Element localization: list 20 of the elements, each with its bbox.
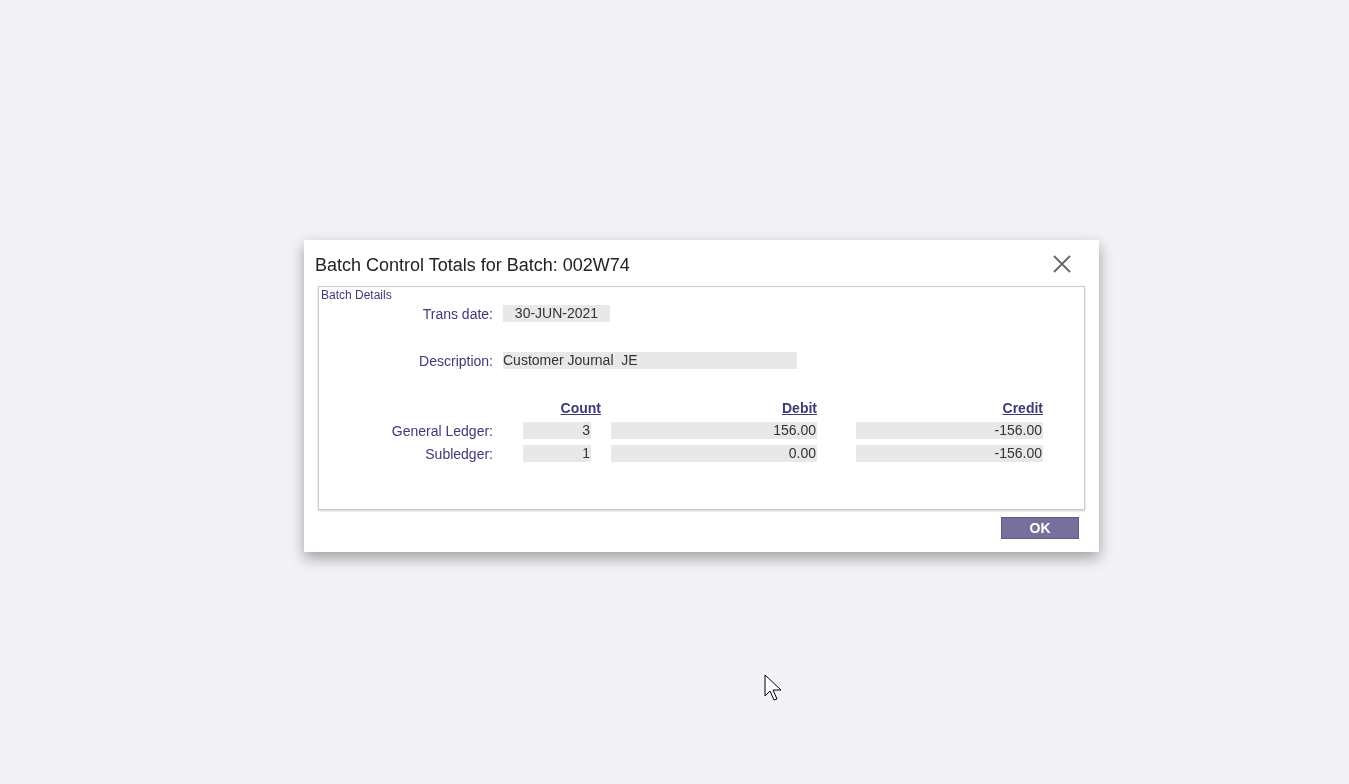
credit-field[interactable]: -156.00 (856, 422, 1043, 439)
row-label: Subledger: (424, 445, 494, 462)
row-label: General Ledger: (390, 422, 494, 439)
field-label: Trans date: (421, 305, 494, 322)
date-field[interactable]: 30-JUN-2021 (503, 305, 610, 322)
credit-field[interactable]: -156.00 (856, 445, 1043, 462)
count-field[interactable]: 3 (523, 422, 591, 439)
debit-field[interactable]: 156.00 (611, 422, 817, 439)
pointer-icon (764, 674, 783, 702)
group-title: Batch Details (321, 288, 393, 302)
column-header[interactable]: Credit (856, 400, 1043, 416)
field-label: Description: (418, 352, 494, 369)
column-header[interactable]: Count (523, 400, 601, 416)
ok-button[interactable]: OK (1001, 517, 1079, 539)
dialog-title: Batch Control Totals for Batch: 002W74 (315, 254, 630, 276)
count-field[interactable]: 1 (523, 445, 591, 462)
description-field[interactable]: Customer Journal JE (503, 352, 797, 369)
debit-field[interactable]: 0.00 (611, 445, 817, 462)
close-icon[interactable] (1053, 255, 1071, 273)
column-header[interactable]: Debit (611, 400, 817, 416)
